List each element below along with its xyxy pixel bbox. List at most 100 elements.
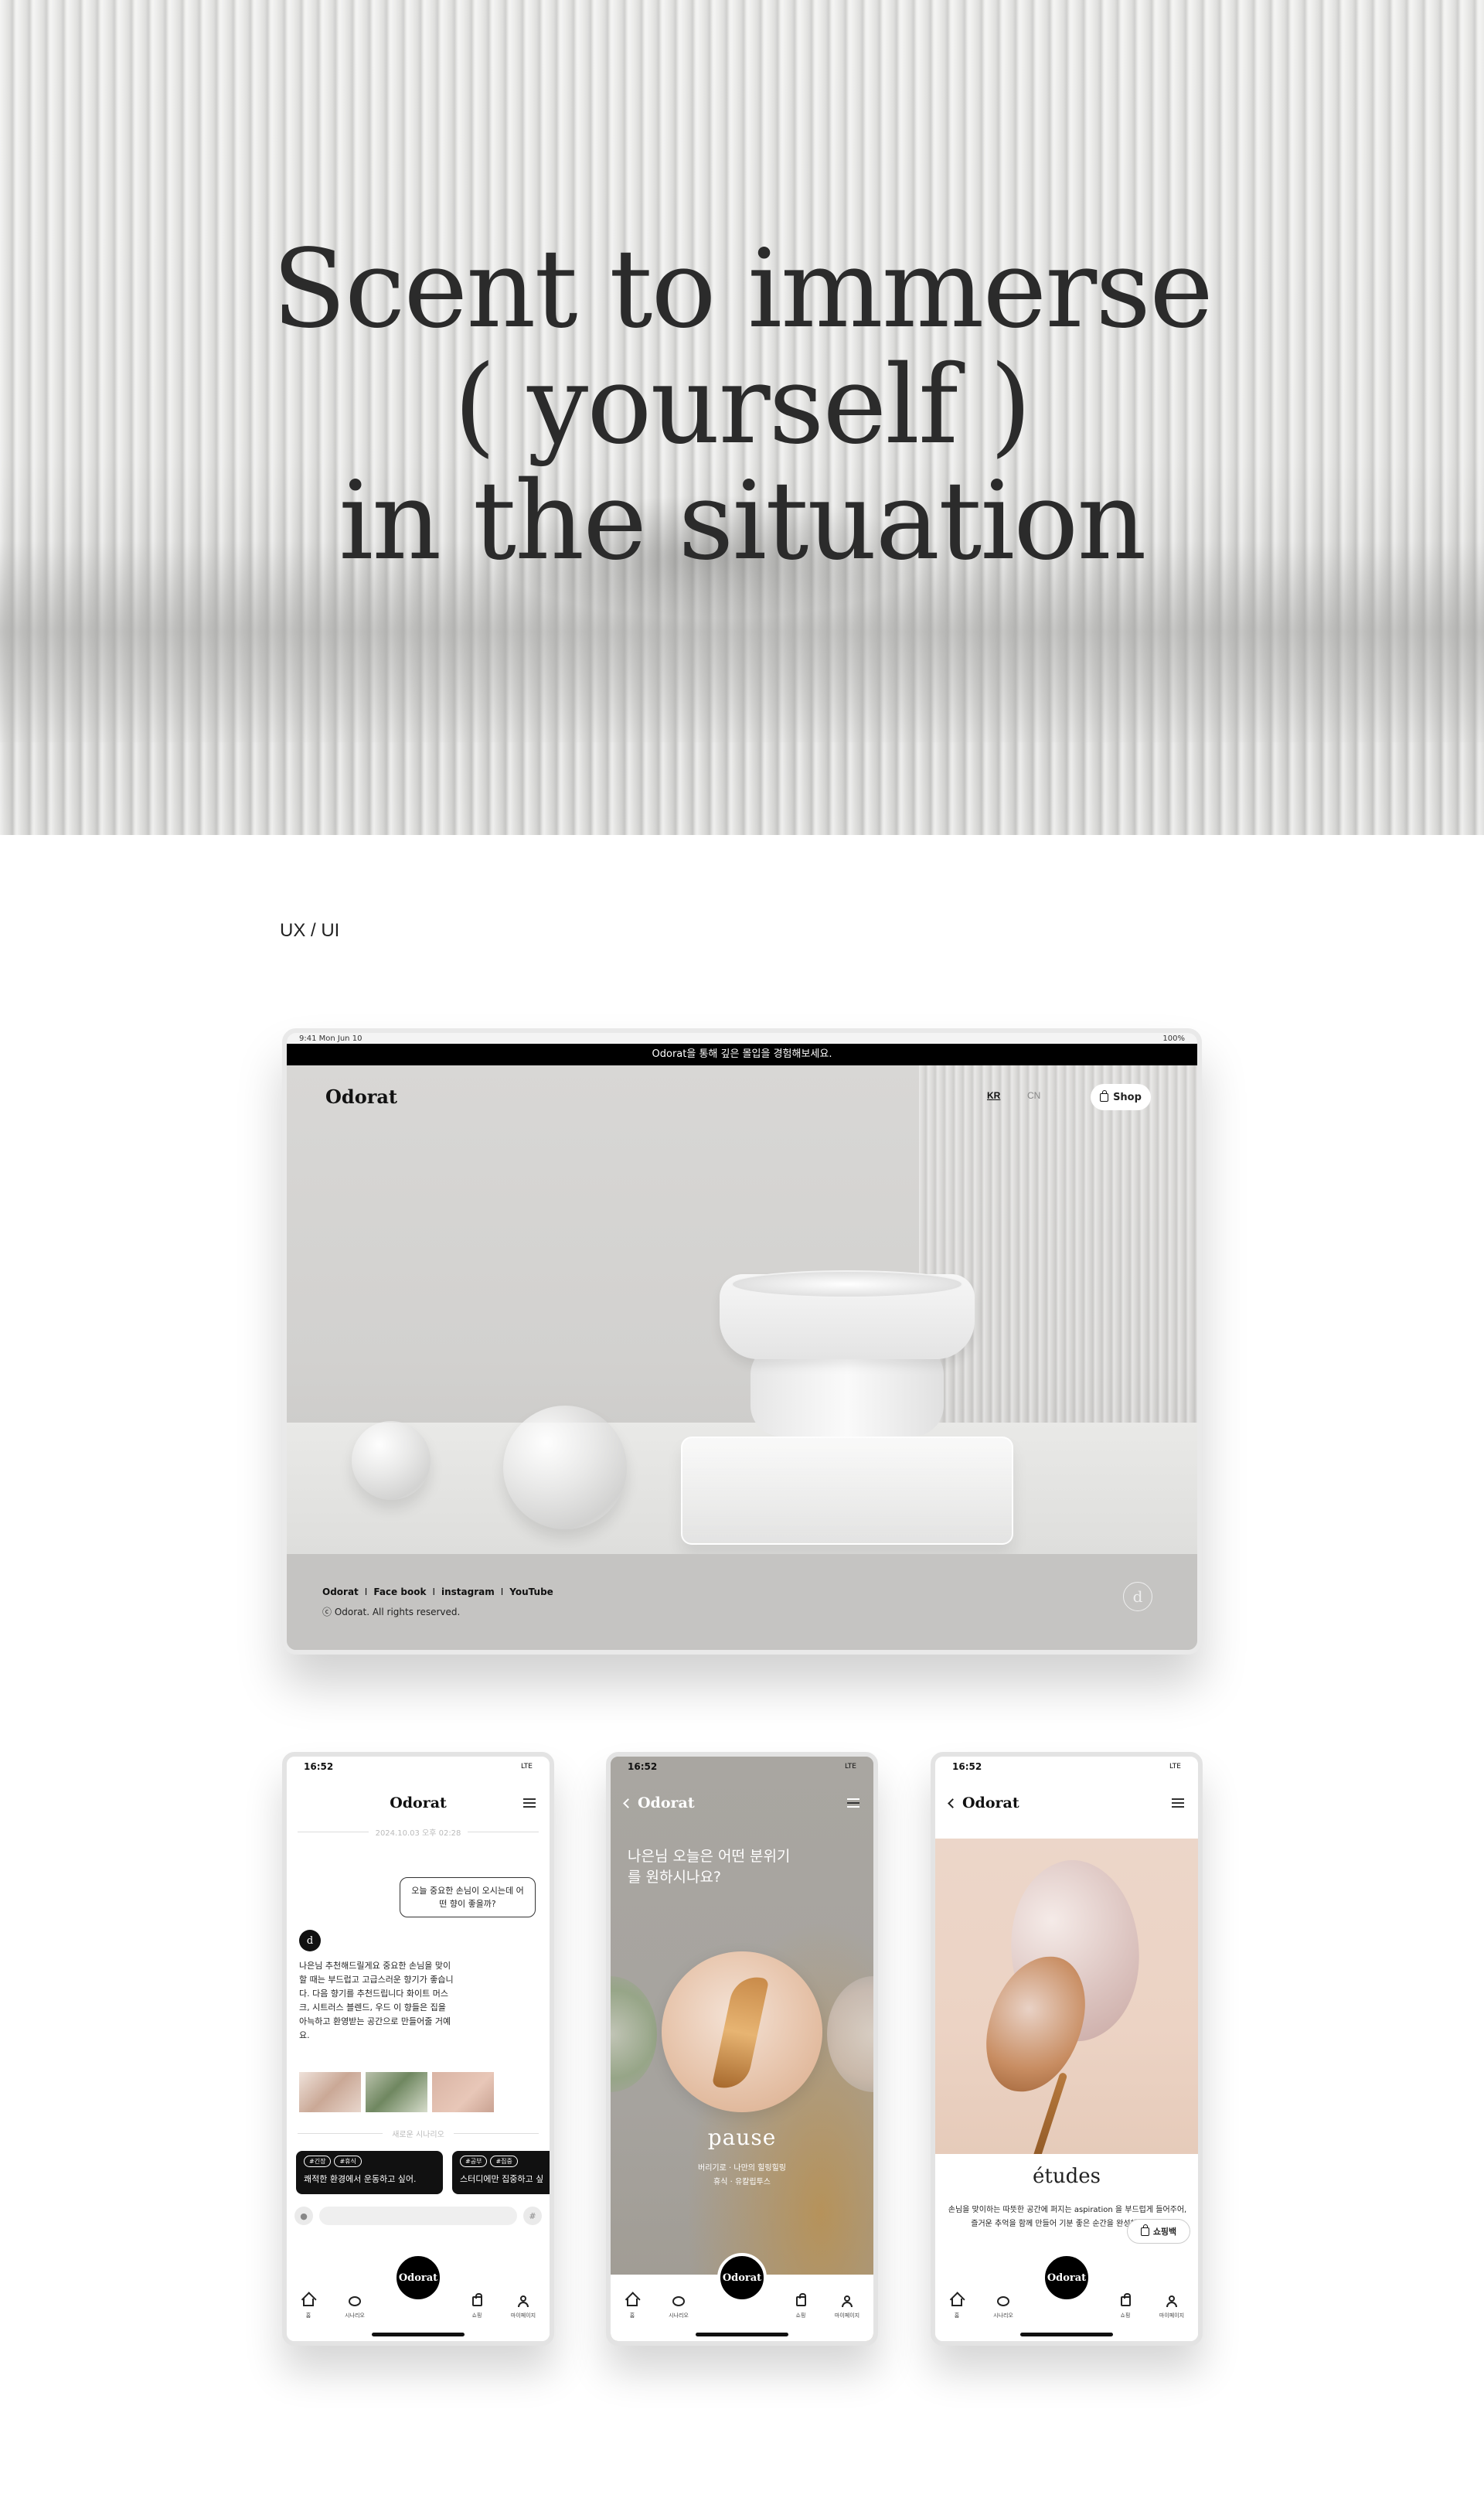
nav-mypage[interactable]: 마이페이지 <box>832 2295 863 2319</box>
bot-avatar: d <box>299 1930 321 1951</box>
footer-separator: I <box>500 1586 504 1597</box>
nav-label: 홈 <box>305 2312 311 2319</box>
footer-links: Odorat I Face book I instagram I YouTube <box>322 1586 553 1597</box>
section-label: UX / UI <box>280 920 340 941</box>
thumbnail-image[interactable] <box>299 2072 361 2112</box>
mood-description-line1: 버리기로 · 나만의 힐링힐링 <box>698 2164 786 2173</box>
shop-button-label: Shop <box>1113 1091 1142 1103</box>
nav-label: 쇼핑 <box>471 2312 482 2319</box>
shopping-bag-label: 쇼핑백 <box>1152 2227 1177 2237</box>
nav-scenario[interactable]: 시나리오 <box>663 2295 694 2319</box>
phone-status-bar: 16:52 LTE <box>611 1757 873 1777</box>
mood-option-selected[interactable] <box>662 1951 822 2112</box>
nav-label: 시나리오 <box>345 2312 365 2319</box>
bottom-navigation: 홈 시나리오 Odorat 쇼핑 마이페이지 <box>611 2253 873 2341</box>
center-odorat-button[interactable]: Odorat <box>717 2253 767 2302</box>
status-time: 16:52 <box>952 1761 982 1772</box>
home-indicator <box>1020 2333 1113 2336</box>
hero-title: Scent to immerse ( yourself ) in the sit… <box>0 232 1484 580</box>
nav-mypage[interactable]: 마이페이지 <box>1156 2295 1187 2319</box>
nav-label: 마이페이지 <box>1159 2312 1185 2319</box>
nav-label: 시나리오 <box>993 2312 1013 2319</box>
hero-title-line2: ( yourself ) <box>454 343 1032 469</box>
glass-sphere-large <box>503 1406 627 1529</box>
mic-icon[interactable]: ● <box>294 2207 313 2225</box>
chat-icon <box>672 2296 685 2306</box>
mood-description: 버리기로 · 나만의 힐링힐링 휴식 · 유칼립투스 <box>611 2162 873 2190</box>
status-time: 16:52 <box>628 1761 658 1772</box>
app-header: Odorat <box>611 1788 873 1818</box>
back-arrow-icon[interactable] <box>623 1798 633 1808</box>
app-header-title: Odorat <box>390 1794 447 1811</box>
chat-input-field[interactable] <box>319 2207 517 2225</box>
user-message-bubble: 오늘 중요한 손님이 오시는데 어떤 향이 좋을까? <box>400 1877 536 1917</box>
shopping-bag-icon <box>1140 2224 1149 2236</box>
mood-question: 나은님 오늘은 어떤 분위기를 원하시나요? <box>628 1848 791 1886</box>
diffuser-lid <box>731 1270 963 1298</box>
app-header-title: Odorat <box>962 1794 1019 1811</box>
nav-label: 마이페이지 <box>834 2312 860 2319</box>
lang-kr-link[interactable]: KR <box>987 1090 1000 1101</box>
footer-separator: I <box>364 1586 368 1597</box>
tablet-battery: 100% <box>1162 1034 1185 1043</box>
product-hero-image <box>935 1839 1198 2154</box>
footer-link-youtube[interactable]: YouTube <box>509 1586 553 1597</box>
chat-icon <box>997 2296 1009 2306</box>
hero-banner: Scent to immerse ( yourself ) in the sit… <box>0 0 1484 835</box>
footer-link-odorat[interactable]: Odorat <box>322 1586 359 1597</box>
bot-message: 나은님 추천해드릴게요 중요한 손님을 맞이할 때는 부드럽고 고급스러운 향기… <box>299 1961 454 2040</box>
nav-home[interactable]: 홈 <box>941 2295 972 2319</box>
nav-label: 마이페이지 <box>510 2312 536 2319</box>
nav-home[interactable]: 홈 <box>617 2295 648 2319</box>
chat-date-divider: 2024.10.03 오후 02:28 <box>298 1826 539 1838</box>
nav-shop[interactable]: 쇼핑 <box>785 2293 816 2319</box>
chat-input-bar: ● # <box>294 2205 542 2227</box>
thumbnail-image[interactable] <box>366 2072 427 2112</box>
bottom-navigation: 홈 시나리오 Odorat 쇼핑 마이페이지 <box>287 2253 550 2341</box>
nav-label: 홈 <box>954 2312 960 2319</box>
nav-label: 시나리오 <box>669 2312 689 2319</box>
nav-home[interactable]: 홈 <box>293 2295 324 2319</box>
tablet-footer: Odorat I Face book I instagram I YouTube… <box>287 1554 1197 1650</box>
bag-icon <box>795 2293 806 2306</box>
tablet-hero-image <box>287 1065 1197 1554</box>
mood-description-line2: 휴식 · 유칼립투스 <box>713 2178 771 2186</box>
tablet-mockup: 9:41 Mon Jun 10 100% Odorat을 통해 깊은 몰입을 경… <box>282 1028 1202 1655</box>
home-icon <box>951 2299 962 2306</box>
bottom-navigation: 홈 시나리오 Odorat 쇼핑 마이페이지 <box>935 2253 1198 2341</box>
status-time: 16:52 <box>304 1761 334 1772</box>
scenario-tag: #집중 <box>490 2156 518 2167</box>
footer-separator: I <box>432 1586 435 1597</box>
hero-title-line1: Scent to immerse <box>272 227 1213 353</box>
center-odorat-button[interactable]: Odorat <box>393 2253 443 2302</box>
center-odorat-button[interactable]: Odorat <box>1042 2253 1091 2302</box>
tablet-announcement-banner: Odorat을 통해 깊은 몰입을 경험해보세요. <box>287 1044 1197 1065</box>
thumbnail-image[interactable] <box>432 2072 494 2112</box>
shop-button[interactable]: Shop <box>1091 1084 1151 1110</box>
nav-scenario[interactable]: 시나리오 <box>339 2295 370 2319</box>
tablet-status-time: 9:41 Mon Jun 10 <box>299 1034 362 1043</box>
footer-link-instagram[interactable]: instagram <box>441 1586 495 1597</box>
lang-cn-link[interactable]: CN <box>1027 1090 1040 1101</box>
footer-link-facebook[interactable]: Face book <box>373 1586 426 1597</box>
nav-mypage[interactable]: 마이페이지 <box>508 2295 539 2319</box>
nav-label: 쇼핑 <box>1120 2312 1131 2319</box>
scenario-text: 쾌적한 환경에서 운동하고 싶어. <box>304 2174 417 2184</box>
mood-name: pause <box>707 2125 777 2150</box>
hashtag-icon[interactable]: # <box>523 2207 542 2225</box>
back-arrow-icon[interactable] <box>948 1798 958 1808</box>
user-icon <box>1166 2295 1177 2307</box>
hamburger-menu-icon[interactable] <box>847 1798 859 1808</box>
tablet-status-bar: 9:41 Mon Jun 10 100% <box>287 1033 1197 1044</box>
tablet-logo[interactable]: Odorat <box>325 1086 397 1108</box>
hamburger-menu-icon[interactable] <box>1172 1798 1184 1808</box>
scenario-card[interactable]: #긴장 #휴식 쾌적한 환경에서 운동하고 싶어. <box>296 2151 443 2194</box>
shopping-bag-button[interactable]: 쇼핑백 <box>1127 2219 1190 2244</box>
network-indicator: LTE <box>845 1763 856 1771</box>
hamburger-menu-icon[interactable] <box>523 1798 536 1808</box>
nav-shop[interactable]: 쇼핑 <box>461 2293 492 2319</box>
nav-shop[interactable]: 쇼핑 <box>1110 2293 1141 2319</box>
brand-badge-icon: d <box>1123 1582 1152 1611</box>
nav-scenario[interactable]: 시나리오 <box>988 2295 1019 2319</box>
scenario-card[interactable]: #공부 #집중 스터디에만 집중하고 싶 <box>452 2151 550 2194</box>
